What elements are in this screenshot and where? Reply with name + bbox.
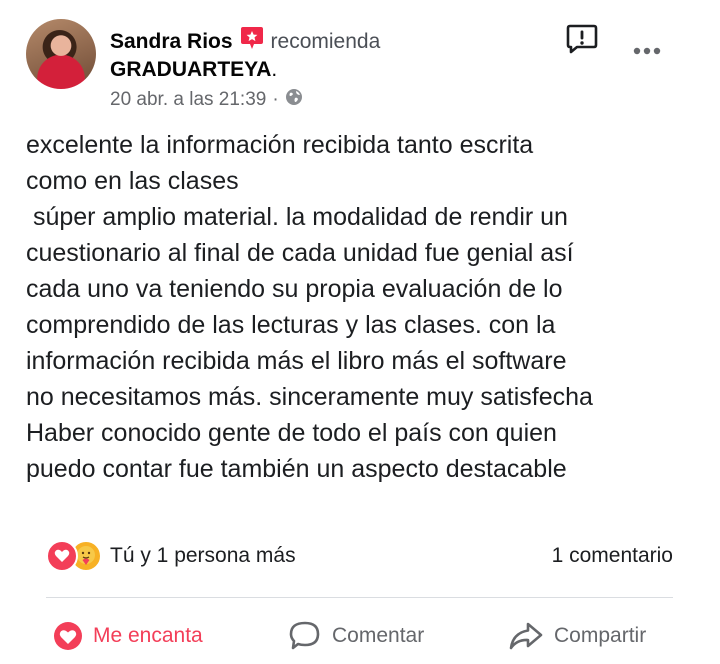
post-header: Sandra Rios recomienda <box>110 27 381 55</box>
page-name-link[interactable]: GRADUARTEYA <box>110 58 271 81</box>
recommend-action-text: recomienda <box>270 30 381 53</box>
report-icon[interactable] <box>565 23 599 55</box>
action-bar-divider <box>46 597 673 598</box>
more-options-icon[interactable] <box>632 44 662 56</box>
love-button-label: Me encanta <box>93 624 203 647</box>
comments-count-link[interactable]: 1 comentario <box>552 544 673 568</box>
post-timestamp[interactable]: 20 abr. a las 21:39 <box>110 89 266 111</box>
share-arrow-icon <box>509 622 543 650</box>
post-body-text: excelente la información recibida tanto … <box>26 131 593 483</box>
share-button-label: Compartir <box>554 624 647 647</box>
recommended-page: GRADUARTEYA. <box>110 58 277 82</box>
meta-separator: · <box>272 89 279 110</box>
author-name[interactable]: Sandra Rios <box>110 30 233 54</box>
comment-bubble-icon <box>289 621 320 650</box>
avatar[interactable] <box>26 19 96 89</box>
globe-icon[interactable] <box>285 88 303 112</box>
love-reaction-button[interactable]: Me encanta <box>53 616 203 656</box>
comment-button[interactable]: Comentar <box>288 616 424 656</box>
love-reaction-icon <box>46 540 78 572</box>
reactions-summary[interactable]: Tú y 1 persona más <box>46 540 296 572</box>
reactions-count-text: Tú y 1 persona más <box>110 544 296 567</box>
page-name-suffix: . <box>271 58 278 81</box>
share-button[interactable]: Compartir <box>508 616 646 656</box>
post-meta: 20 abr. a las 21:39 · <box>110 88 303 112</box>
recommend-badge-icon <box>239 25 265 51</box>
heart-icon <box>54 622 82 650</box>
comment-button-label: Comentar <box>332 624 425 647</box>
